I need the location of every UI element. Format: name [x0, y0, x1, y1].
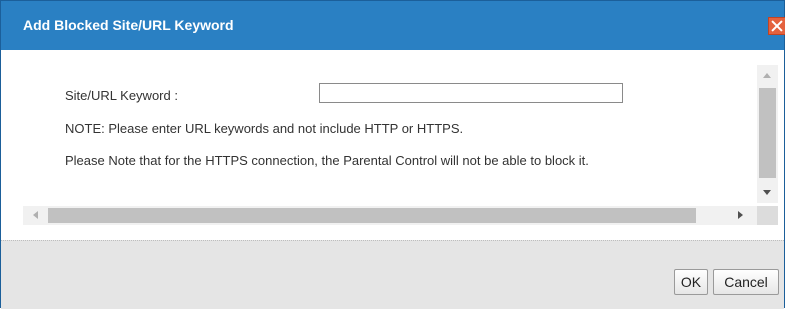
cancel-button[interactable]: Cancel [713, 269, 779, 295]
horizontal-scroll-thumb[interactable] [48, 208, 696, 223]
arrow-up-icon[interactable] [763, 73, 771, 78]
keyword-label: Site/URL Keyword : [65, 88, 178, 103]
vertical-scroll-thumb[interactable] [759, 88, 776, 178]
keyword-input[interactable] [319, 83, 623, 103]
ok-button[interactable]: OK [674, 269, 708, 295]
arrow-left-icon[interactable] [33, 211, 38, 219]
dialog-footer: OK Cancel [1, 240, 784, 309]
dialog-title: Add Blocked Site/URL Keyword [23, 17, 234, 33]
add-blocked-keyword-dialog: Add Blocked Site/URL Keyword Site/URL Ke… [0, 0, 785, 309]
scrollbar-corner [757, 206, 778, 225]
dialog-content: Site/URL Keyword : NOTE: Please enter UR… [23, 65, 778, 227]
horizontal-scrollbar[interactable] [23, 206, 757, 225]
vertical-scrollbar[interactable] [757, 65, 778, 203]
note-https-warning: Please Note that for the HTTPS connectio… [65, 153, 589, 168]
arrow-right-icon[interactable] [738, 211, 743, 219]
dialog-titlebar: Add Blocked Site/URL Keyword [1, 1, 785, 50]
note-url-keywords: NOTE: Please enter URL keywords and not … [65, 121, 464, 136]
close-icon[interactable] [768, 17, 785, 35]
arrow-down-icon[interactable] [763, 190, 771, 195]
